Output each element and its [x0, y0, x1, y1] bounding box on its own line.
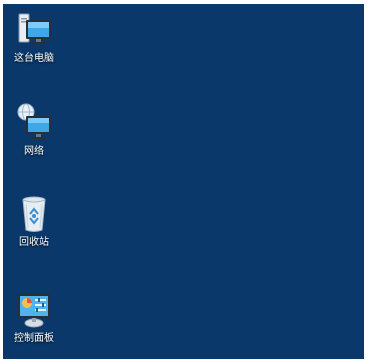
recycle-bin-icon: [14, 194, 54, 234]
computer-icon: [14, 10, 54, 50]
desktop-icon-network[interactable]: 网络: [3, 103, 70, 158]
desktop-icon-label: 网络: [24, 146, 44, 157]
desktop-icon-control-panel[interactable]: 控制面板: [3, 290, 70, 345]
network-icon: [14, 103, 54, 143]
control-panel-icon: [14, 290, 54, 330]
desktop-icon-label: 回收站: [19, 237, 49, 248]
desktop-icon-label: 这台电脑: [14, 53, 54, 64]
desktop-icon-recycle-bin[interactable]: 回收站: [3, 194, 70, 249]
desktop-icon-this-pc[interactable]: 这台电脑: [3, 10, 70, 65]
desktop-icon-label: 控制面板: [14, 333, 54, 344]
desktop-background[interactable]: 这台电脑 网络 回收站 控制面板: [3, 4, 364, 359]
